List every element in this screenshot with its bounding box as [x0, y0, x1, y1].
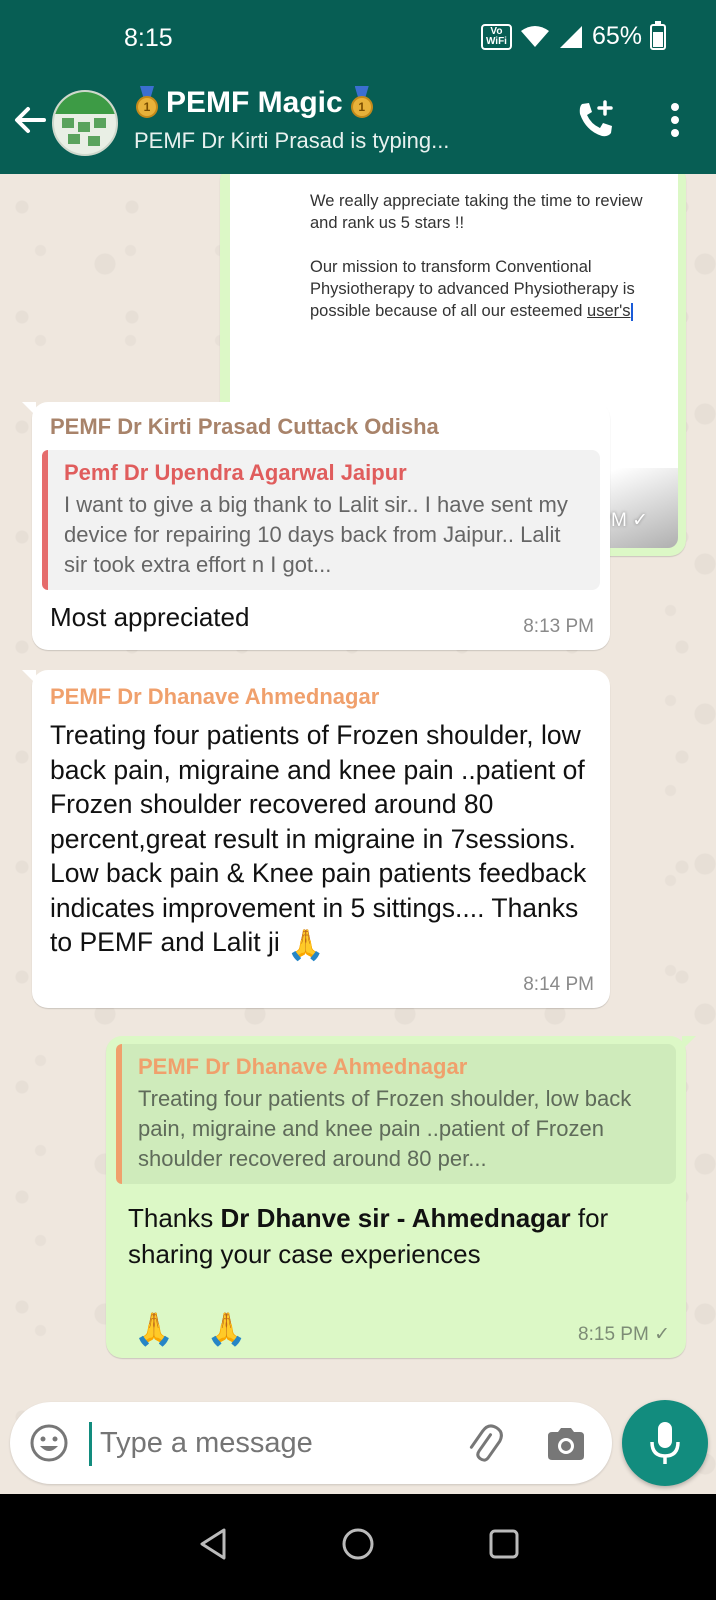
sender-name[interactable]: PEMF Dr Dhanave Ahmednagar: [50, 684, 592, 710]
message-time: 8:13 PM: [523, 616, 594, 637]
quoted-sender: Pemf Dr Upendra Agarwal Jaipur: [64, 460, 407, 485]
quoted-text: Treating four patients of Frozen shoulde…: [138, 1086, 632, 1171]
status-icons: Vo WiFi 65%: [480, 20, 666, 51]
nav-back-icon[interactable]: [196, 1526, 230, 1562]
sent-check-icon: ✓: [632, 510, 648, 531]
message-time: 8:15 PM ✓: [578, 1324, 670, 1345]
nav-home-icon[interactable]: [340, 1526, 376, 1562]
image-paragraph-1: We really appreciate taking the time to …: [310, 192, 643, 232]
battery-percent: 65%: [591, 22, 642, 50]
nav-recents-icon[interactable]: [488, 1528, 520, 1560]
status-bar: 8:15 Vo WiFi 65%: [0, 0, 716, 70]
folded-hands-emoji: 🙏: [287, 929, 325, 962]
paperclip-icon[interactable]: [462, 1422, 506, 1466]
message-incoming[interactable]: PEMF Dr Kirti Prasad Cuttack Odisha Pemf…: [22, 402, 610, 650]
system-nav-bar: [0, 1494, 716, 1600]
quoted-message[interactable]: PEMF Dr Dhanave Ahmednagar Treating four…: [116, 1044, 676, 1184]
wifi-icon: [520, 25, 549, 47]
mic-button[interactable]: [622, 1400, 708, 1486]
medal-icon: 1: [134, 86, 160, 120]
message-text: Thanks Dr Dhanve sir - Ahmednagar for sh…: [128, 1203, 609, 1269]
quoted-text: I want to give a big thank to Lalit sir.…: [64, 492, 568, 577]
text-cursor: [89, 1422, 92, 1466]
emoji-icon[interactable]: [28, 1422, 70, 1464]
vowifi-icon: Vo WiFi: [480, 23, 512, 50]
message-text: Treating four patients of Frozen shoulde…: [50, 720, 587, 962]
message-outgoing[interactable]: PEMF Dr Dhanave Ahmednagar Treating four…: [106, 1036, 696, 1358]
typing-status: PEMF Dr Kirti Prasad is typing...: [134, 128, 450, 153]
sent-check-icon: ✓: [654, 1324, 670, 1345]
message-input[interactable]: [100, 1427, 440, 1460]
message-time: 8:14 PM: [523, 974, 594, 995]
chat-area[interactable]: We really appreciate taking the time to …: [0, 174, 716, 1494]
battery-icon: [650, 20, 666, 50]
message-input-container[interactable]: [10, 1402, 612, 1484]
chat-title[interactable]: 1 PEMF Magic 1: [134, 86, 375, 120]
chat-header: 1 PEMF Magic 1 PEMF Dr Kirti Prasad is t…: [0, 70, 716, 174]
image-link-text: user's: [587, 302, 631, 320]
more-options-icon[interactable]: [660, 98, 690, 142]
medal-icon: 1: [349, 86, 375, 120]
camera-icon[interactable]: [544, 1422, 588, 1466]
group-avatar[interactable]: [52, 90, 118, 156]
quoted-message[interactable]: Pemf Dr Upendra Agarwal Jaipur I want to…: [42, 450, 600, 590]
signal-icon: [559, 25, 582, 48]
message-text: Most appreciated: [50, 602, 250, 632]
sender-name[interactable]: PEMF Dr Kirti Prasad Cuttack Odisha: [50, 414, 600, 440]
composer: [0, 1394, 716, 1494]
quoted-sender: PEMF Dr Dhanave Ahmednagar: [138, 1054, 468, 1079]
status-time: 8:15: [124, 24, 173, 52]
back-arrow-icon[interactable]: [10, 98, 50, 142]
message-incoming[interactable]: PEMF Dr Dhanave Ahmednagar Treating four…: [22, 670, 610, 1008]
add-call-icon[interactable]: [574, 98, 618, 142]
image-paragraph-2: Our mission to transform Conventional Ph…: [310, 258, 635, 321]
microphone-icon: [650, 1422, 680, 1464]
